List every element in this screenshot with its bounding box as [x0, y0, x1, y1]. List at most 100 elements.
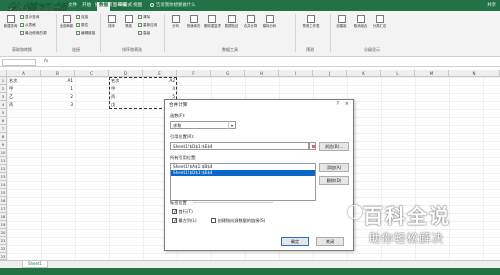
- from-table-item[interactable]: 从表格: [20, 22, 36, 29]
- column-header[interactable]: G: [211, 70, 245, 77]
- row-header[interactable]: 23: [0, 253, 7, 260]
- all-references-list[interactable]: Sheet1!$A$1:$B$4 Sheet1!$D$1:$E$4: [170, 163, 316, 201]
- data-validation-button[interactable]: 数据验证: [224, 14, 239, 44]
- remove-duplicates-button[interactable]: 删除重复项: [204, 14, 221, 44]
- group-label-data-tools: 数据工具: [222, 47, 238, 52]
- cell[interactable]: 2: [41, 93, 75, 101]
- consolidate-button[interactable]: 合并计算: [243, 14, 258, 44]
- tab-view[interactable]: 视图: [131, 2, 144, 11]
- column-header[interactable]: D: [109, 70, 143, 77]
- row-header[interactable]: 14: [0, 181, 7, 189]
- row-header[interactable]: 15: [0, 189, 7, 197]
- row-header[interactable]: 19: [0, 221, 7, 229]
- row-header[interactable]: 2: [0, 85, 7, 93]
- group-button[interactable]: 创建组: [334, 14, 349, 44]
- cell[interactable]: 3: [41, 101, 75, 109]
- collapse-dialog-icon[interactable]: [309, 142, 316, 150]
- column-header[interactable]: B: [41, 70, 75, 77]
- ungroup-button[interactable]: 取消组合: [353, 14, 368, 44]
- cell[interactable]: 1: [41, 85, 75, 93]
- flash-fill-button[interactable]: 快速填充: [186, 14, 201, 44]
- close-icon[interactable]: ×: [345, 101, 349, 107]
- validation-icon: [227, 15, 236, 23]
- first-row-checkbox[interactable]: 首行(T): [172, 209, 193, 215]
- row-header[interactable]: 4: [0, 101, 7, 109]
- column-header[interactable]: N: [449, 70, 500, 77]
- tab-data[interactable]: 数据: [97, 2, 111, 11]
- ribbon-separator: [330, 14, 331, 52]
- cell[interactable]: 甲: [7, 85, 41, 93]
- row-header[interactable]: 22: [0, 245, 7, 253]
- new-query-button[interactable]: 新建查询: [3, 14, 18, 44]
- link-source-checkbox[interactable]: 创建指向源数据的链接(S): [211, 218, 265, 224]
- row-header[interactable]: 12: [0, 165, 7, 173]
- row-header[interactable]: 7: [0, 125, 7, 133]
- clear-item[interactable]: 清除: [138, 14, 150, 21]
- close-button[interactable]: 关闭: [316, 237, 344, 246]
- subtotal-button[interactable]: 分类汇总: [372, 14, 387, 44]
- row-header[interactable]: 13: [0, 173, 7, 181]
- cell[interactable]: 名次: [7, 77, 41, 85]
- left-column-checkbox[interactable]: 最左列(L): [172, 218, 197, 224]
- column-header[interactable]: I: [279, 70, 313, 77]
- group-icon: [337, 15, 346, 23]
- reapply-icon: [138, 22, 142, 27]
- text-to-columns-button[interactable]: 分列: [168, 14, 183, 44]
- row-header[interactable]: 16: [0, 197, 7, 205]
- row-header[interactable]: 10: [0, 149, 7, 157]
- sort-button[interactable]: 排序: [104, 14, 119, 44]
- row-header[interactable]: 9: [0, 141, 7, 149]
- column-header[interactable]: K: [347, 70, 381, 77]
- flash-fill-icon: [189, 15, 198, 23]
- cell[interactable]: A1: [41, 77, 75, 85]
- reference-input[interactable]: Sheet1!$D$1:$E$4: [170, 142, 309, 150]
- show-queries-item[interactable]: 显示查询: [20, 14, 39, 21]
- browse-button[interactable]: 浏览(B)...: [319, 142, 349, 151]
- row-header[interactable]: 1: [0, 77, 7, 85]
- row-header[interactable]: 18: [0, 213, 7, 221]
- row-header[interactable]: 17: [0, 205, 7, 213]
- tell-me-text: 告诉我你想要做什么: [156, 3, 196, 8]
- help-icon[interactable]: ?: [336, 101, 339, 107]
- cell[interactable]: 丙: [7, 101, 41, 109]
- column-header[interactable]: E: [143, 70, 177, 77]
- column-header[interactable]: C: [75, 70, 109, 77]
- cell[interactable]: 乙: [7, 93, 41, 101]
- refresh-all-button[interactable]: 全部刷新: [59, 14, 74, 44]
- properties-item[interactable]: 属性: [76, 22, 88, 29]
- column-header[interactable]: M: [415, 70, 449, 77]
- tab-review[interactable]: 审阅: [116, 2, 129, 11]
- connections-item[interactable]: 连接: [76, 14, 88, 21]
- delete-button[interactable]: 删除(D): [319, 176, 349, 185]
- fx-icon[interactable]: fx: [44, 59, 48, 64]
- recent-sources-item[interactable]: 最近使用的源: [20, 30, 47, 37]
- function-label: 函数(F):: [170, 113, 186, 118]
- column-header[interactable]: F: [177, 70, 211, 77]
- row-header[interactable]: 20: [0, 229, 7, 237]
- ok-button[interactable]: 确定: [281, 237, 309, 246]
- row-header[interactable]: 3: [0, 93, 7, 101]
- row-header[interactable]: 8: [0, 133, 7, 141]
- add-button[interactable]: 添加(A): [319, 163, 349, 172]
- column-header[interactable]: L: [381, 70, 415, 77]
- advanced-item[interactable]: 高级: [138, 30, 150, 37]
- row-header[interactable]: 6: [0, 117, 7, 125]
- name-box[interactable]: [2, 59, 36, 66]
- forecast-sheet-button[interactable]: 预测工作表: [300, 14, 322, 44]
- select-all-corner[interactable]: [0, 70, 7, 77]
- edit-links-item[interactable]: 编辑链接: [76, 30, 95, 37]
- column-header[interactable]: A: [7, 70, 41, 77]
- reapply-item[interactable]: 重新应用: [138, 22, 157, 29]
- tell-me-box[interactable]: 告诉我你想要做什么: [150, 2, 210, 10]
- reference-list-item-selected[interactable]: Sheet1!$D$1:$E$4: [171, 170, 315, 176]
- row-header[interactable]: 11: [0, 157, 7, 165]
- row-header[interactable]: 21: [0, 237, 7, 245]
- sheet-tab-sheet1[interactable]: Sheet1: [22, 261, 48, 268]
- share-button[interactable]: 共享: [487, 2, 496, 8]
- what-if-button[interactable]: 模拟分析: [262, 14, 277, 44]
- function-select[interactable]: 求和 ▾: [170, 121, 236, 129]
- column-header[interactable]: J: [313, 70, 347, 77]
- column-header[interactable]: H: [245, 70, 279, 77]
- filter-button[interactable]: 筛选: [121, 14, 136, 44]
- row-header[interactable]: 5: [0, 109, 7, 117]
